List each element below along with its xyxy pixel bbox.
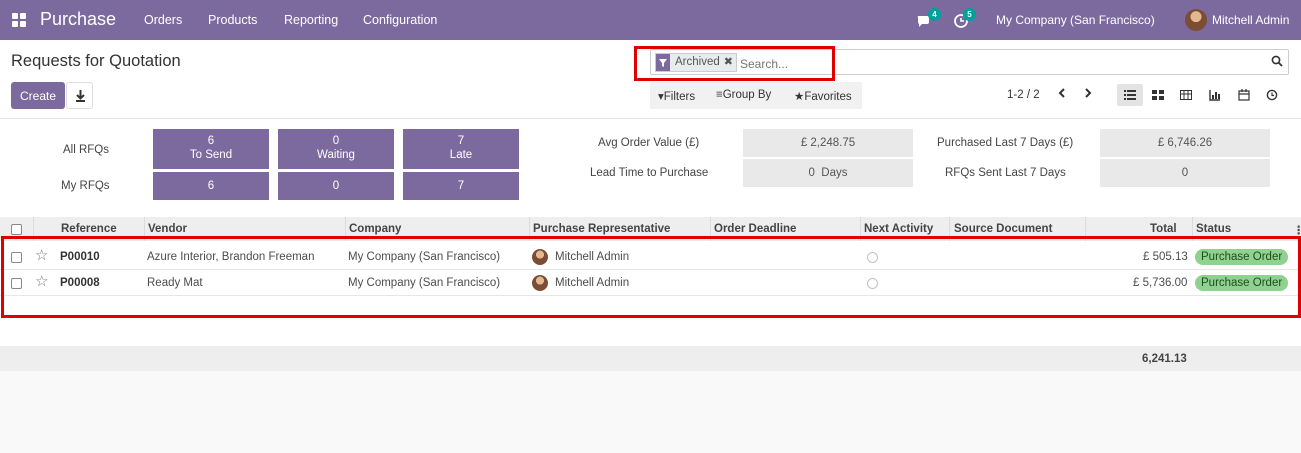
create-button[interactable]: Create [11,82,65,109]
annotation-highlight-search [634,46,835,81]
total-sum: 6,241.13 [1142,353,1187,365]
tile-all-to-send[interactable]: 6 To Send [153,129,269,169]
download-icon [76,90,85,102]
calendar-view-icon[interactable] [1231,84,1257,106]
tile-my-waiting[interactable]: 0 [278,172,394,200]
graph-view-icon[interactable] [1202,84,1228,106]
select-all-checkbox[interactable] [11,224,22,235]
favorites-dropdown[interactable]: ★Favorites [794,89,852,103]
table-footer [0,346,1301,371]
list-view-icon[interactable] [1117,84,1143,106]
activities-count-badge: 5 [963,8,976,21]
tile-all-waiting[interactable]: 0 Waiting [278,129,394,169]
column-purchase-representative[interactable]: Purchase Representative [533,223,670,235]
lead-time-label: Lead Time to Purchase [590,167,709,179]
divider [0,118,1301,119]
search-icon[interactable] [1271,55,1283,67]
pager-previous-icon[interactable] [1056,86,1068,100]
star-icon: ★ [794,91,805,103]
rfqs-sent-label: RFQs Sent Last 7 Days [945,167,1066,179]
user-menu[interactable]: Mitchell Admin [1212,13,1289,27]
purchased-label: Purchased Last 7 Days (£) [937,137,1074,149]
column-total[interactable]: Total [1150,223,1177,235]
menu-configuration[interactable]: Configuration [363,13,437,27]
avg-order-label: Avg Order Value (£) [598,137,700,149]
groupby-dropdown[interactable]: ≡Group By [716,89,771,101]
optional-columns-icon[interactable]: ⋮ [1293,223,1301,237]
rfqs-sent-value: 0 [1100,159,1270,187]
activity-view-icon[interactable] [1259,84,1285,106]
column-vendor[interactable]: Vendor [148,223,187,235]
kanban-view-icon[interactable] [1145,84,1171,106]
column-next-activity[interactable]: Next Activity [864,223,933,235]
pager-next-icon[interactable] [1082,86,1094,100]
menu-products[interactable]: Products [208,13,257,27]
company-switcher[interactable]: My Company (San Francisco) [996,13,1155,27]
lead-time-value: 0 Days [743,159,913,187]
my-rfqs-label: My RFQs [61,180,110,192]
tile-my-to-send[interactable]: 6 [153,172,269,200]
all-rfqs-label: All RFQs [63,144,109,156]
tile-all-late[interactable]: 7 Late [403,129,519,169]
avg-order-value: £ 2,248.75 [743,129,913,157]
menu-orders[interactable]: Orders [144,13,182,27]
column-order-deadline[interactable]: Order Deadline [714,223,796,235]
user-avatar[interactable] [1185,9,1207,31]
app-title[interactable]: Purchase [40,9,116,30]
column-company[interactable]: Company [349,223,401,235]
empty-area [0,371,1301,453]
column-status[interactable]: Status [1196,223,1231,235]
top-navbar: Purchase Orders Products Reporting Confi… [0,0,1301,40]
menu-reporting[interactable]: Reporting [284,13,338,27]
annotation-highlight-rows [1,236,1301,318]
column-source-document[interactable]: Source Document [954,223,1052,235]
messages-count-badge: 4 [928,8,941,21]
list-bars-icon: ≡ [716,89,723,101]
column-reference[interactable]: Reference [61,223,117,235]
tile-my-late[interactable]: 7 [403,172,519,200]
download-button[interactable] [66,82,93,109]
apps-grid-icon[interactable] [12,13,26,27]
pager-value[interactable]: 1-2 / 2 [1007,89,1040,101]
pivot-view-icon[interactable] [1173,84,1199,106]
page-title: Requests for Quotation [11,52,181,70]
filters-dropdown[interactable]: ▾Filters [658,89,695,103]
purchased-value: £ 6,746.26 [1100,129,1270,157]
